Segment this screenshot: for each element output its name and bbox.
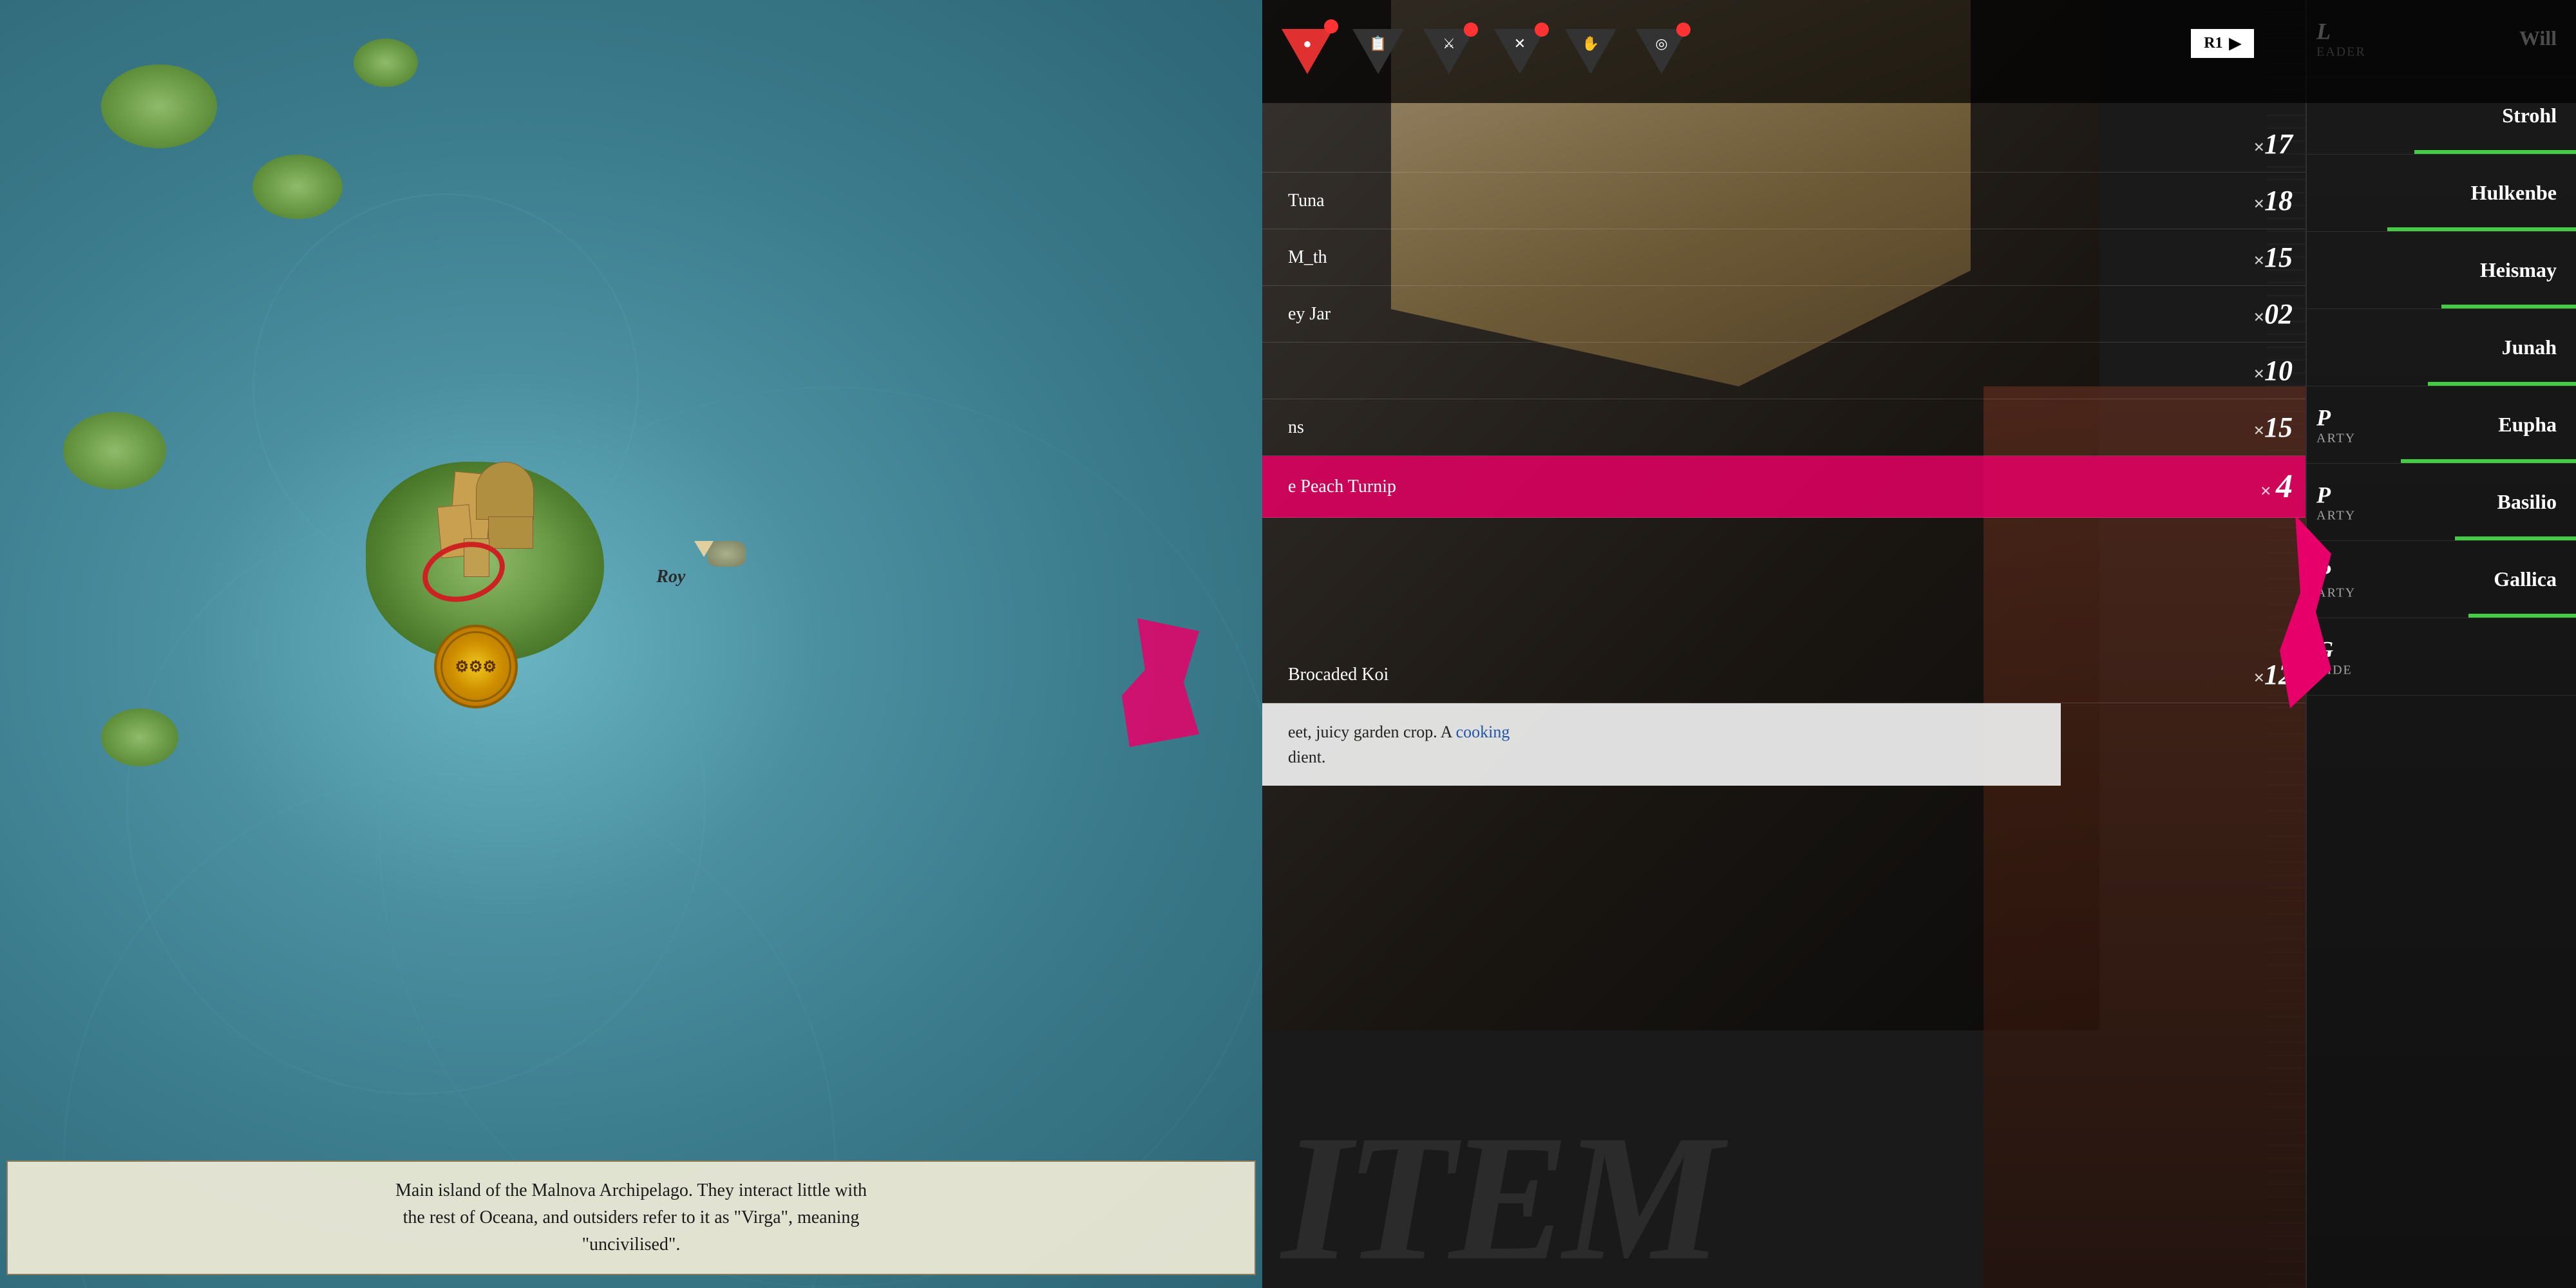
- char-bar-eupha: [2401, 459, 2576, 463]
- map-description-text: Main island of the Malnova Archipelago. …: [395, 1180, 867, 1255]
- map-arrow: [694, 541, 714, 557]
- char-role-basilio: P ARTY: [2316, 481, 2356, 523]
- char-role-letter-basilio: P: [2316, 481, 2331, 508]
- item-row-jar[interactable]: ey Jar ×02: [1262, 286, 2318, 343]
- char-bar-junah: [2428, 382, 2576, 386]
- item-row-4[interactable]: ×10: [1262, 343, 2318, 399]
- nav-icon-4[interactable]: ✕: [1494, 29, 1546, 74]
- char-role-label-eupha: ARTY: [2316, 431, 2356, 446]
- char-bar-heismay: [2441, 305, 2576, 308]
- inventory-panel: ● 📋 ⚔ ✕ ✋ ◎ R1 ▶: [1262, 0, 2576, 1288]
- item-qty-ns: ×15: [2215, 411, 2293, 444]
- item-list: ×17 Tuna ×18 M_th ×15 ey Jar ×02 ×10: [1262, 103, 2318, 1030]
- item-description-box: eet, juicy garden crop. A cooking dient.: [1262, 703, 2061, 786]
- r1-label: R1: [2204, 35, 2222, 52]
- char-bar-strohl: [2414, 150, 2576, 154]
- map-label-roy: Roy: [656, 567, 685, 587]
- char-entry-gallica[interactable]: P ARTY Gallica: [2307, 541, 2576, 618]
- item-row-0[interactable]: ×17: [1262, 116, 2318, 173]
- main-island: ⚙⚙⚙: [354, 451, 598, 670]
- char-role-label-gallica: ARTY: [2316, 585, 2356, 600]
- nav-icon-6[interactable]: ◎: [1636, 29, 1687, 74]
- char-entry-heismay[interactable]: Heismay: [2307, 232, 2576, 309]
- char-name-gallica: Gallica: [2494, 567, 2557, 591]
- top-navigation: ● 📋 ⚔ ✕ ✋ ◎ R1 ▶: [1262, 0, 2576, 103]
- item-qty-2: ×15: [2215, 241, 2293, 274]
- char-entry-junah[interactable]: Junah: [2307, 309, 2576, 386]
- char-bar-gallica: [2468, 614, 2576, 618]
- item-qty-4: ×10: [2215, 354, 2293, 387]
- item-row-ns[interactable]: ns ×15: [1262, 399, 2318, 456]
- char-name-basilio: Basilio: [2497, 490, 2557, 514]
- item-desc-text-2: dient.: [1288, 744, 2035, 770]
- nav-icon-3[interactable]: ⚔: [1423, 29, 1475, 74]
- island-small-2: [252, 155, 343, 219]
- item-row-peach-turnip[interactable]: e Peach Turnip × 4: [1262, 456, 2318, 518]
- map-panel: ⚙⚙⚙ Roy Main island of the Malnova Archi…: [0, 0, 1262, 1288]
- item-row-tuna[interactable]: Tuna ×18: [1262, 173, 2318, 229]
- char-entry-hulkenbe[interactable]: Hulkenbe: [2307, 155, 2576, 232]
- nav-dot-1: [1324, 19, 1338, 33]
- item-name-2: M_th: [1288, 247, 2215, 268]
- char-bar-basilio: [2455, 536, 2576, 540]
- island-small-5: [101, 708, 178, 766]
- char-name-eupha: Eupha: [2498, 413, 2557, 437]
- item-row-koi[interactable]: Brocaded Koi ×12: [1262, 647, 2318, 703]
- char-bar-hulkenbe: [2387, 227, 2576, 231]
- nav-dot-3: [1464, 23, 1478, 37]
- char-name-heismay: Heismay: [2480, 258, 2557, 282]
- item-name-peach-turnip: e Peach Turnip: [1288, 477, 2215, 497]
- char-entry-basilio[interactable]: P ARTY Basilio: [2307, 464, 2576, 541]
- char-role-eupha: P ARTY: [2316, 404, 2356, 446]
- cooking-link: cooking: [1456, 723, 1510, 741]
- item-name-jar: ey Jar: [1288, 304, 2215, 325]
- char-entry-guide[interactable]: G UIDE: [2307, 618, 2576, 696]
- nav-icon-2[interactable]: 📋: [1352, 29, 1404, 74]
- char-name-strohl: Strohl: [2502, 104, 2557, 128]
- emblem-inner: ⚙⚙⚙: [440, 631, 511, 702]
- building-4: [488, 516, 533, 549]
- char-name-junah: Junah: [2502, 336, 2557, 359]
- character-panel: L EADER Will Strohl Hulkenbe Heismay Jun…: [2306, 0, 2576, 1288]
- nav-icon-1[interactable]: ●: [1282, 29, 1333, 74]
- nav-dot-6: [1676, 23, 1690, 37]
- item-name-tuna: Tuna: [1288, 191, 2215, 211]
- char-role-letter-eupha: P: [2316, 404, 2331, 431]
- island-small-4: [63, 412, 166, 489]
- map-description-box: Main island of the Malnova Archipelago. …: [6, 1160, 1256, 1275]
- nav-icon-5[interactable]: ✋: [1565, 29, 1616, 74]
- gold-emblem: ⚙⚙⚙: [434, 625, 518, 708]
- item-qty-jar: ×02: [2215, 298, 2293, 330]
- r1-arrow: ▶: [2230, 34, 2241, 53]
- island-small-1: [101, 64, 217, 148]
- char-entry-eupha[interactable]: P ARTY Eupha: [2307, 386, 2576, 464]
- item-desc-text: eet, juicy garden crop. A cooking: [1288, 719, 2035, 744]
- building-2: [476, 462, 534, 520]
- item-row-2[interactable]: M_th ×15: [1262, 229, 2318, 286]
- char-name-hulkenbe: Hulkenbe: [2471, 181, 2557, 205]
- item-name-koi: Brocaded Koi: [1288, 665, 2215, 685]
- item-qty-koi: ×12: [2215, 658, 2293, 691]
- nav-dot-4: [1535, 23, 1549, 37]
- r1-button[interactable]: R1 ▶: [2191, 29, 2254, 58]
- item-qty-peach-turnip: × 4: [2215, 468, 2293, 506]
- island-small-3: [354, 39, 418, 87]
- char-role-label-basilio: ARTY: [2316, 508, 2356, 523]
- item-qty-tuna: ×18: [2215, 184, 2293, 217]
- item-name-ns: ns: [1288, 417, 2215, 438]
- item-qty-0: ×17: [2215, 128, 2293, 160]
